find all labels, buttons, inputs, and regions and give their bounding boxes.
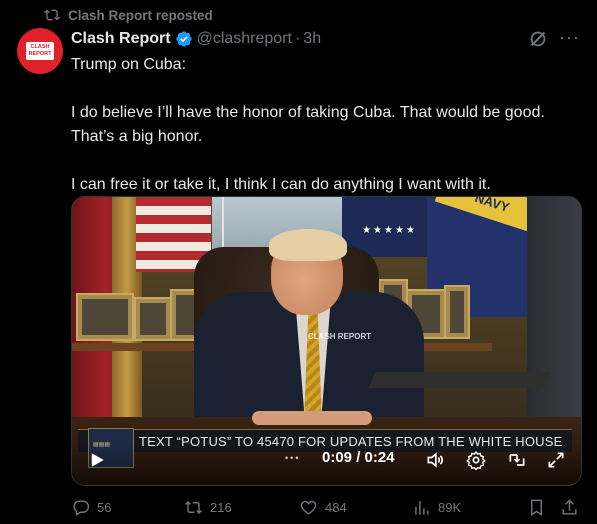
reply-icon <box>73 500 90 516</box>
more-icon[interactable]: ··· <box>559 28 581 48</box>
author-handle[interactable]: @clashreport <box>197 30 292 48</box>
video-player[interactable]: ★★★★★ NAVY CLASH REPORT ▤▤▤ TEXT “POTUS”… <box>71 196 582 486</box>
video-person-right <box>527 197 581 427</box>
progress-indicator[interactable]: ••• <box>285 453 300 463</box>
repost-indicator[interactable]: Clash Report reposted <box>44 6 213 24</box>
bookmark-icon <box>531 499 542 516</box>
video-watermark: CLASH REPORT <box>308 332 372 341</box>
verified-badge-icon[interactable] <box>175 30 193 48</box>
reply-button[interactable]: 56 <box>71 498 111 517</box>
minimize-icon[interactable] <box>507 450 527 470</box>
tweet-paragraph: I can free it or take it, I think I can … <box>71 176 491 193</box>
fullscreen-icon[interactable] <box>546 450 566 470</box>
view-count: 89K <box>438 500 462 515</box>
video-desk-item <box>369 372 550 388</box>
tweet-text: Trump on Cuba: I do believe I’ll have th… <box>71 53 576 197</box>
video-window-frame <box>222 197 224 252</box>
repost-label: Clash Report reposted <box>68 7 213 23</box>
action-bar: 56 216 484 89K <box>71 496 579 518</box>
tweet-paragraph: I do believe I’ll have the honor of taki… <box>71 104 545 145</box>
share-icon <box>562 499 577 515</box>
photo-frame <box>76 293 134 341</box>
repost-button[interactable]: 216 <box>184 498 232 517</box>
like-icon <box>300 500 317 515</box>
volume-icon[interactable] <box>425 450 445 470</box>
photo-frame <box>134 297 172 341</box>
views-icon <box>415 501 429 515</box>
tweet-header: Clash Report @clashreport · 3h <box>71 28 597 50</box>
share-button[interactable] <box>560 498 579 517</box>
avatar-logo: CLASH REPORT <box>26 42 54 60</box>
video-person-hands <box>252 411 372 425</box>
like-count: 484 <box>325 500 347 515</box>
photo-frame <box>444 285 470 339</box>
tweet-paragraph: Trump on Cuba: <box>71 56 187 73</box>
bookmark-button[interactable] <box>527 498 546 517</box>
like-button[interactable]: 484 <box>299 498 347 517</box>
grok-icon[interactable] <box>527 28 549 50</box>
avatar[interactable]: CLASH REPORT <box>17 28 63 74</box>
repost-icon <box>44 9 60 21</box>
author-name[interactable]: Clash Report <box>71 30 171 48</box>
timestamp[interactable]: 3h <box>303 30 321 48</box>
repost-count: 216 <box>210 500 232 515</box>
video-time: 0:09 / 0:24 <box>322 449 395 466</box>
repost-action-icon <box>185 500 202 515</box>
reply-count: 56 <box>97 500 112 515</box>
play-icon[interactable] <box>88 451 106 469</box>
settings-icon[interactable] <box>466 450 486 471</box>
views-button[interactable]: 89K <box>412 498 461 517</box>
separator-dot: · <box>294 30 301 47</box>
video-person-hair <box>269 229 347 261</box>
